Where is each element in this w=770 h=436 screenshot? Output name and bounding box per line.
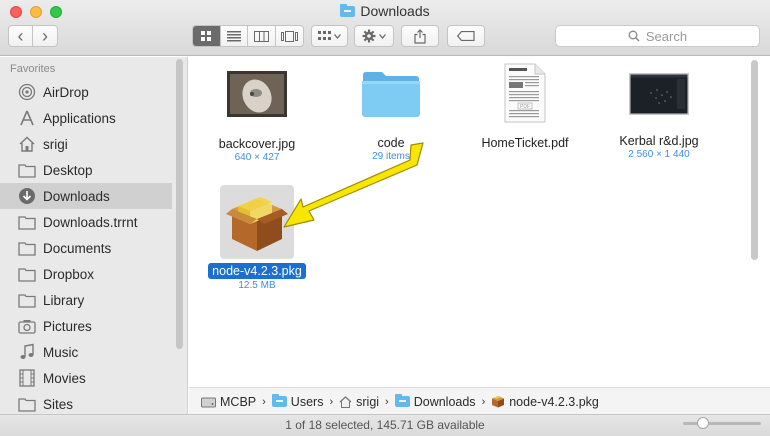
arrange-icon: [318, 31, 331, 40]
chevron-down-icon: [379, 33, 386, 39]
cover-flow-button[interactable]: [276, 26, 303, 46]
column-view-button[interactable]: [248, 26, 276, 46]
sidebar-item-sites[interactable]: Sites: [0, 391, 172, 414]
sidebar-item-downloads[interactable]: Downloads: [0, 183, 172, 209]
chevron-down-icon: [334, 33, 341, 39]
view-mode-control: [192, 25, 304, 47]
sidebar-item-music[interactable]: Music: [0, 339, 172, 365]
window-title-label: Downloads: [360, 3, 430, 19]
annotation-arrow: [283, 142, 424, 228]
list-icon: [226, 30, 241, 41]
search-placeholder: Search: [645, 28, 688, 44]
sidebar-item-label: Movies: [43, 370, 86, 386]
status-text: 1 of 18 selected, 145.71 GB available: [285, 418, 485, 432]
applications-icon: [17, 109, 37, 127]
documents-icon: [17, 239, 37, 257]
airdrop-icon: [17, 83, 37, 101]
sidebar-item-library[interactable]: Library: [0, 287, 172, 313]
path-segment[interactable]: Downloads: [414, 395, 476, 409]
arrange-button[interactable]: [311, 25, 348, 47]
folder-icon: [340, 3, 356, 17]
package-icon: [492, 396, 505, 408]
cover-flow-icon: [280, 30, 298, 42]
sidebar-item-label: Desktop: [43, 162, 93, 178]
gear-icon: [362, 29, 376, 43]
sidebar-item-label: Pictures: [43, 318, 92, 334]
forward-button[interactable]: ›: [33, 26, 57, 46]
downloads-icon: [17, 187, 37, 205]
content-scrollbar[interactable]: [751, 60, 758, 260]
sidebar: Favorites AirDrop Applications srigi Des…: [0, 57, 188, 414]
sidebar-item-airdrop[interactable]: AirDrop: [0, 79, 172, 105]
home-icon: [339, 395, 352, 408]
folder-icon: [17, 265, 37, 283]
music-icon: [17, 343, 37, 361]
sidebar-item-label: Downloads.trrnt: [43, 214, 138, 230]
path-bar: MCBP › Users › srigi › Downloads › node-…: [189, 387, 770, 415]
search-field[interactable]: Search: [555, 25, 760, 47]
search-icon: [628, 30, 640, 42]
folder-icon: [17, 291, 37, 309]
sidebar-item-desktop[interactable]: Desktop: [0, 157, 172, 183]
path-segment[interactable]: MCBP: [220, 395, 256, 409]
sidebar-item-label: Library: [43, 292, 85, 308]
chevron-right-icon: ›: [385, 395, 389, 408]
folder-icon: [17, 395, 37, 413]
sidebar-item-label: Sites: [43, 396, 74, 412]
home-icon: [17, 135, 37, 153]
back-button[interactable]: ‹: [9, 26, 33, 46]
chevron-right-icon: ›: [262, 395, 266, 408]
sidebar-item-label: Music: [43, 344, 79, 360]
disk-icon: [201, 397, 216, 407]
sidebar-item-downloads-trrnt[interactable]: Downloads.trrnt: [0, 209, 172, 235]
folder-icon: [17, 213, 37, 231]
action-button[interactable]: [354, 25, 394, 47]
edit-tags-button[interactable]: [447, 25, 485, 47]
path-segment[interactable]: node-v4.2.3.pkg: [509, 395, 599, 409]
columns-icon: [253, 30, 269, 42]
path-segment[interactable]: srigi: [356, 395, 379, 409]
history-nav: ‹ ›: [8, 25, 58, 47]
grid-icon: [201, 31, 212, 41]
sidebar-item-label: Documents: [43, 240, 112, 256]
path-segment[interactable]: Users: [291, 395, 324, 409]
folder-icon: [271, 394, 287, 407]
sidebar-section-header: Favorites: [10, 63, 56, 75]
desktop-icon: [17, 161, 37, 179]
sidebar-item-label: AirDrop: [43, 84, 89, 100]
sidebar-item-label: Downloads: [43, 188, 110, 204]
toolbar: Downloads ‹ › Search: [0, 0, 770, 56]
share-button[interactable]: [401, 25, 439, 47]
list-view-button[interactable]: [221, 26, 248, 46]
status-bar: 1 of 18 selected, 145.71 GB available: [0, 414, 770, 436]
chevron-left-icon: ‹: [17, 25, 24, 46]
camera-icon: [17, 317, 37, 335]
sidebar-item-movies[interactable]: Movies: [0, 365, 172, 391]
sidebar-item-label: srigi: [43, 136, 68, 152]
icon-view-button[interactable]: [193, 26, 221, 46]
chevron-right-icon: ›: [481, 395, 486, 408]
icon-size-slider-track[interactable]: [683, 422, 761, 425]
folder-icon: [394, 394, 410, 407]
sidebar-scrollbar[interactable]: [176, 59, 183, 349]
icon-size-slider-knob[interactable]: [697, 417, 709, 429]
movies-icon: [17, 369, 37, 387]
tag-icon: [457, 31, 475, 41]
sidebar-item-dropbox[interactable]: Dropbox: [0, 261, 172, 287]
window-title: Downloads: [0, 3, 770, 19]
sidebar-item-applications[interactable]: Applications: [0, 105, 172, 131]
sidebar-item-pictures[interactable]: Pictures: [0, 313, 172, 339]
sidebar-item-label: Applications: [43, 110, 116, 126]
sidebar-item-srigi[interactable]: srigi: [0, 131, 172, 157]
chevron-right-icon: ›: [42, 25, 48, 46]
share-icon: [414, 28, 426, 44]
sidebar-item-label: Dropbox: [43, 266, 95, 282]
chevron-right-icon: ›: [329, 395, 334, 408]
sidebar-item-documents[interactable]: Documents: [0, 235, 172, 261]
file-grid: backcover.jpg 640 × 427 code 29 items PD…: [189, 57, 770, 387]
